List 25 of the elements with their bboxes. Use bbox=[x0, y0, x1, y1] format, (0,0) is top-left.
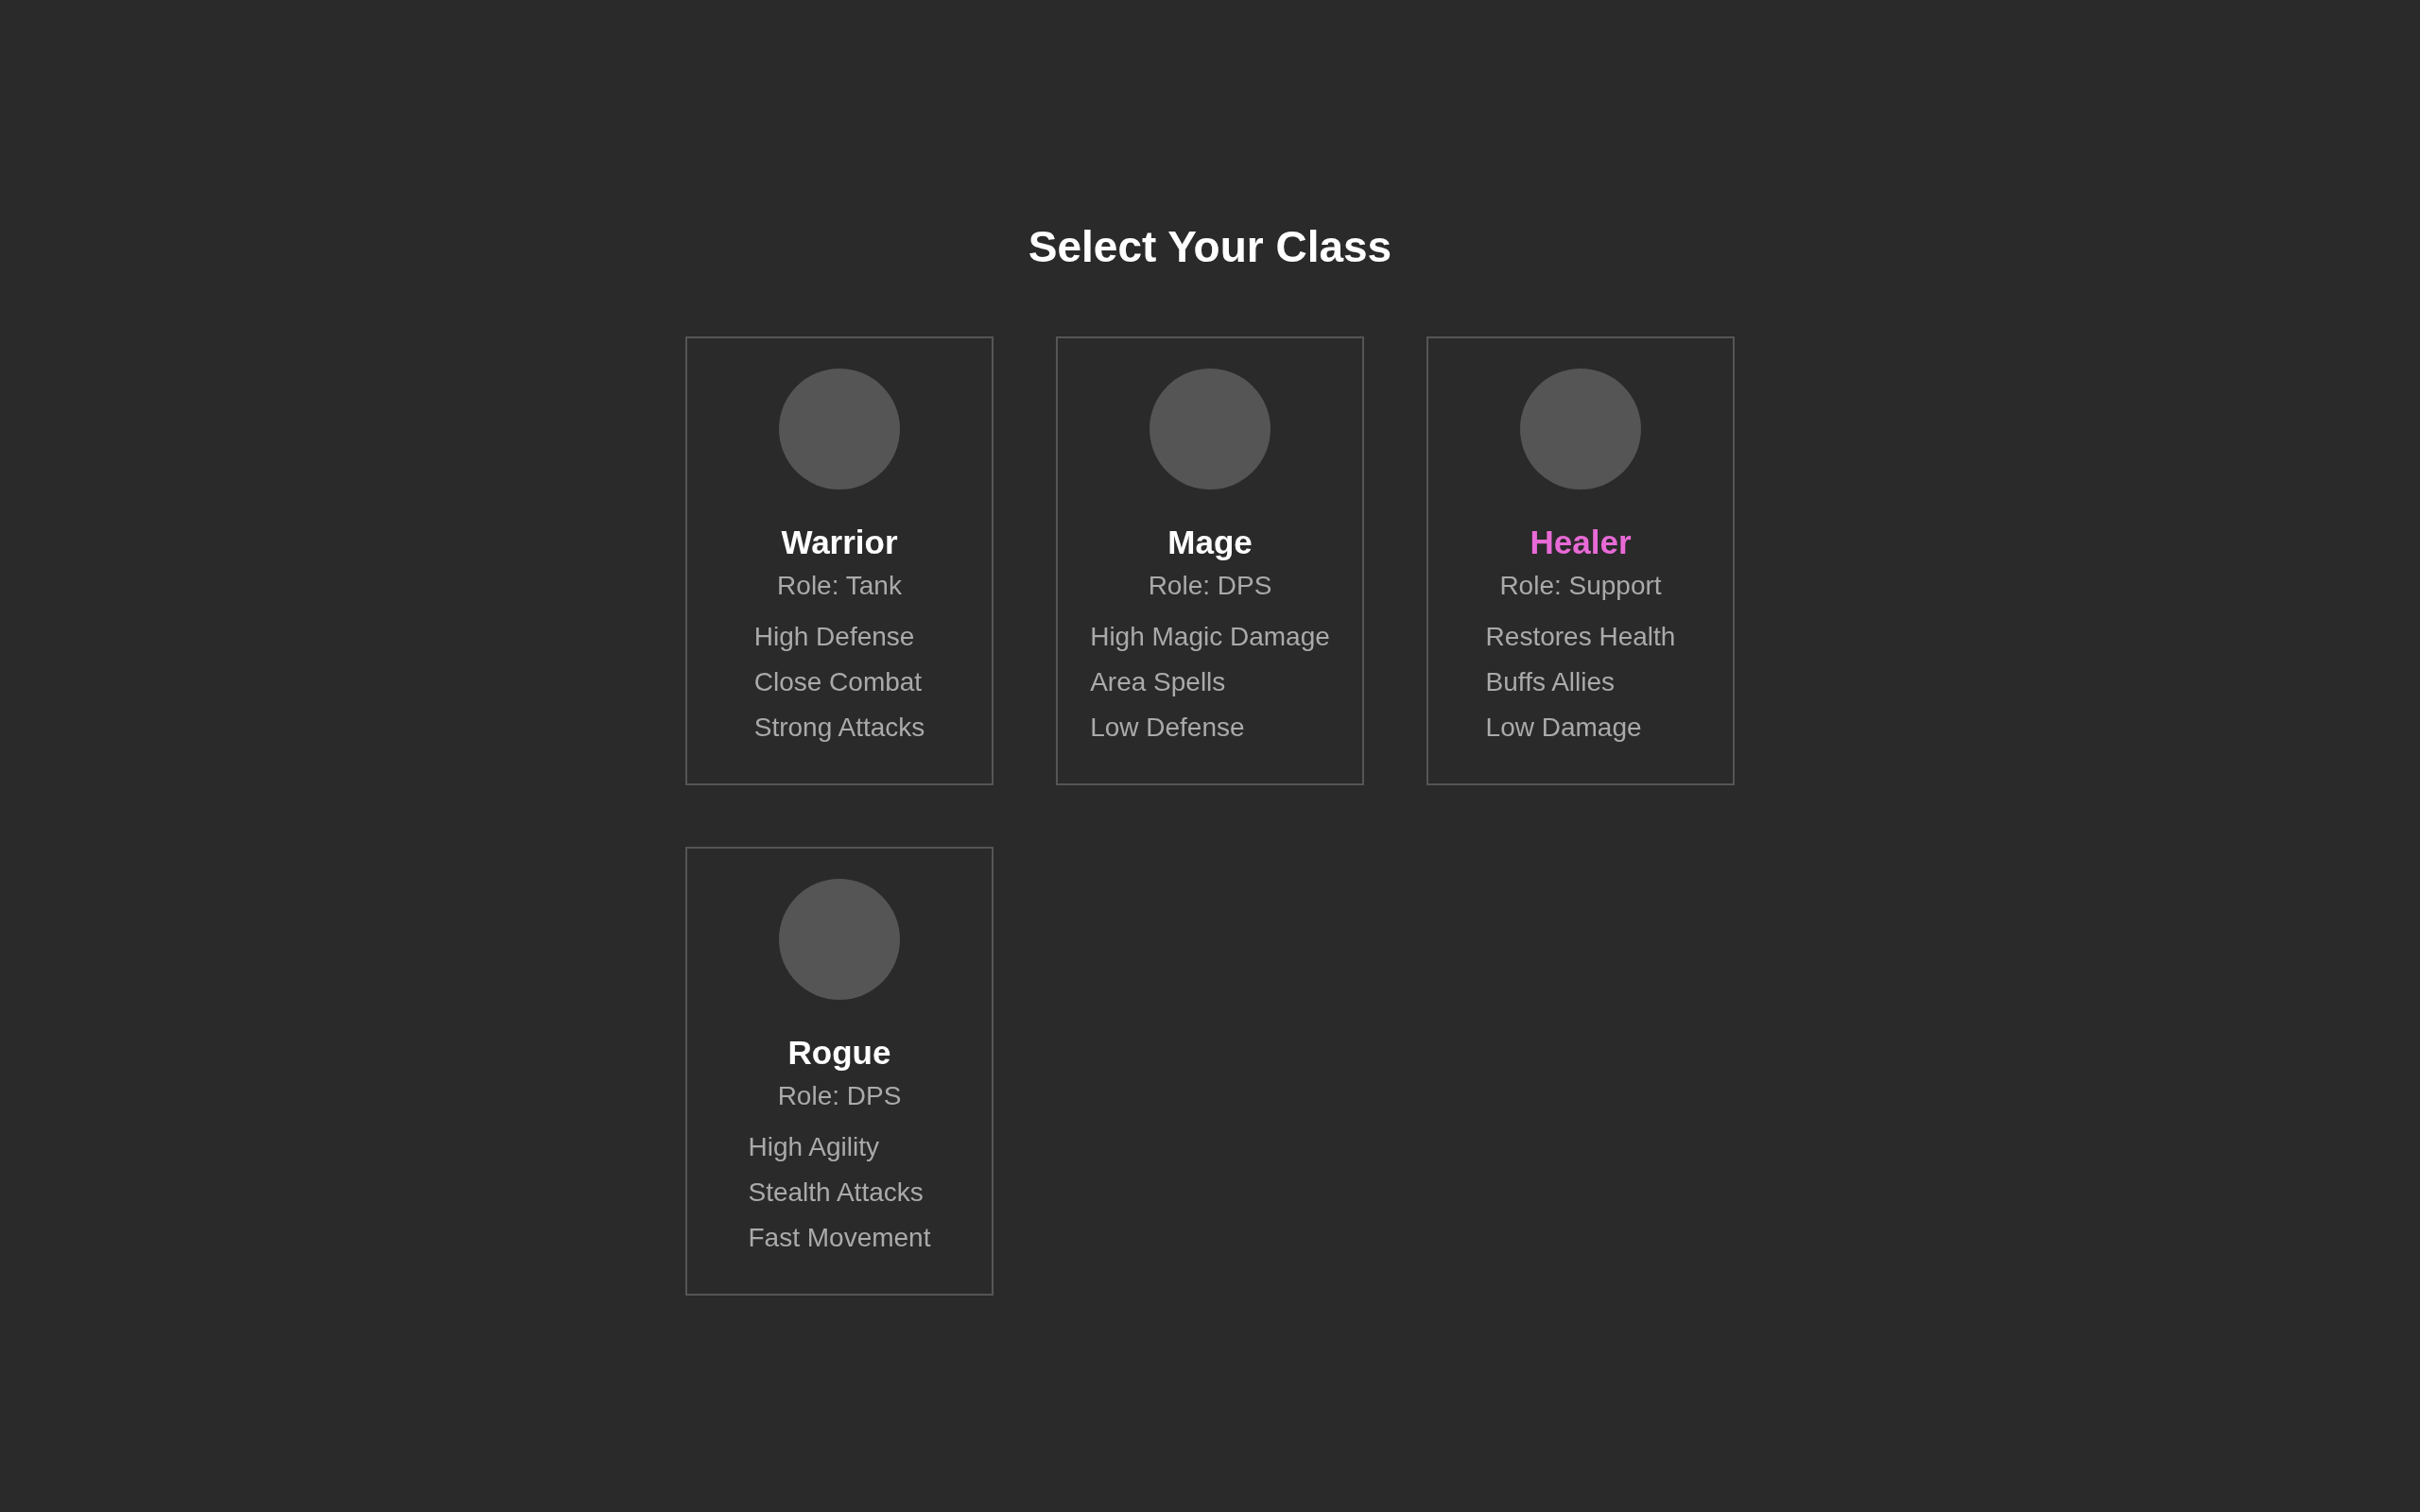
class-role: Role: DPS bbox=[1148, 570, 1272, 602]
trait-item: Area Spells bbox=[1090, 666, 1227, 698]
class-role: Role: Tank bbox=[777, 570, 902, 602]
class-name: Mage bbox=[1167, 523, 1253, 562]
class-card[interactable]: Warrior Role: Tank High Defense Close Combat Strong Attacks bbox=[685, 336, 994, 785]
class-name: Warrior bbox=[781, 523, 898, 562]
class-role: Role: Support bbox=[1499, 570, 1662, 602]
trait-item: High Agility bbox=[748, 1131, 881, 1163]
trait-item: Low Damage bbox=[1485, 712, 1643, 744]
trait-item: High Defense bbox=[753, 621, 916, 653]
class-card[interactable]: Healer Role: Support Restores Health Buffs Allies Low Damage bbox=[1426, 336, 1735, 785]
trait-item: Low Defense bbox=[1090, 712, 1246, 744]
trait-item: Close Combat bbox=[753, 666, 924, 698]
class-card[interactable]: Rogue Role: DPS High Agility Stealth Attacks Fast Movement bbox=[685, 847, 994, 1296]
class-role: Role: DPS bbox=[777, 1080, 902, 1112]
class-card[interactable]: Mage Role: DPS High Magic Damage Area Spells Low Defense bbox=[1056, 336, 1364, 785]
trait-item: Buffs Allies bbox=[1485, 666, 1616, 698]
class-name: Healer bbox=[1530, 523, 1632, 562]
trait-item: Fast Movement bbox=[748, 1222, 931, 1254]
trait-item: Stealth Attacks bbox=[748, 1177, 925, 1209]
page-title: Select Your Class bbox=[1028, 221, 1392, 273]
trait-item: Restores Health bbox=[1485, 621, 1676, 653]
class-name: Rogue bbox=[787, 1033, 891, 1073]
trait-item: Strong Attacks bbox=[753, 712, 925, 744]
trait-item: High Magic Damage bbox=[1090, 621, 1330, 653]
